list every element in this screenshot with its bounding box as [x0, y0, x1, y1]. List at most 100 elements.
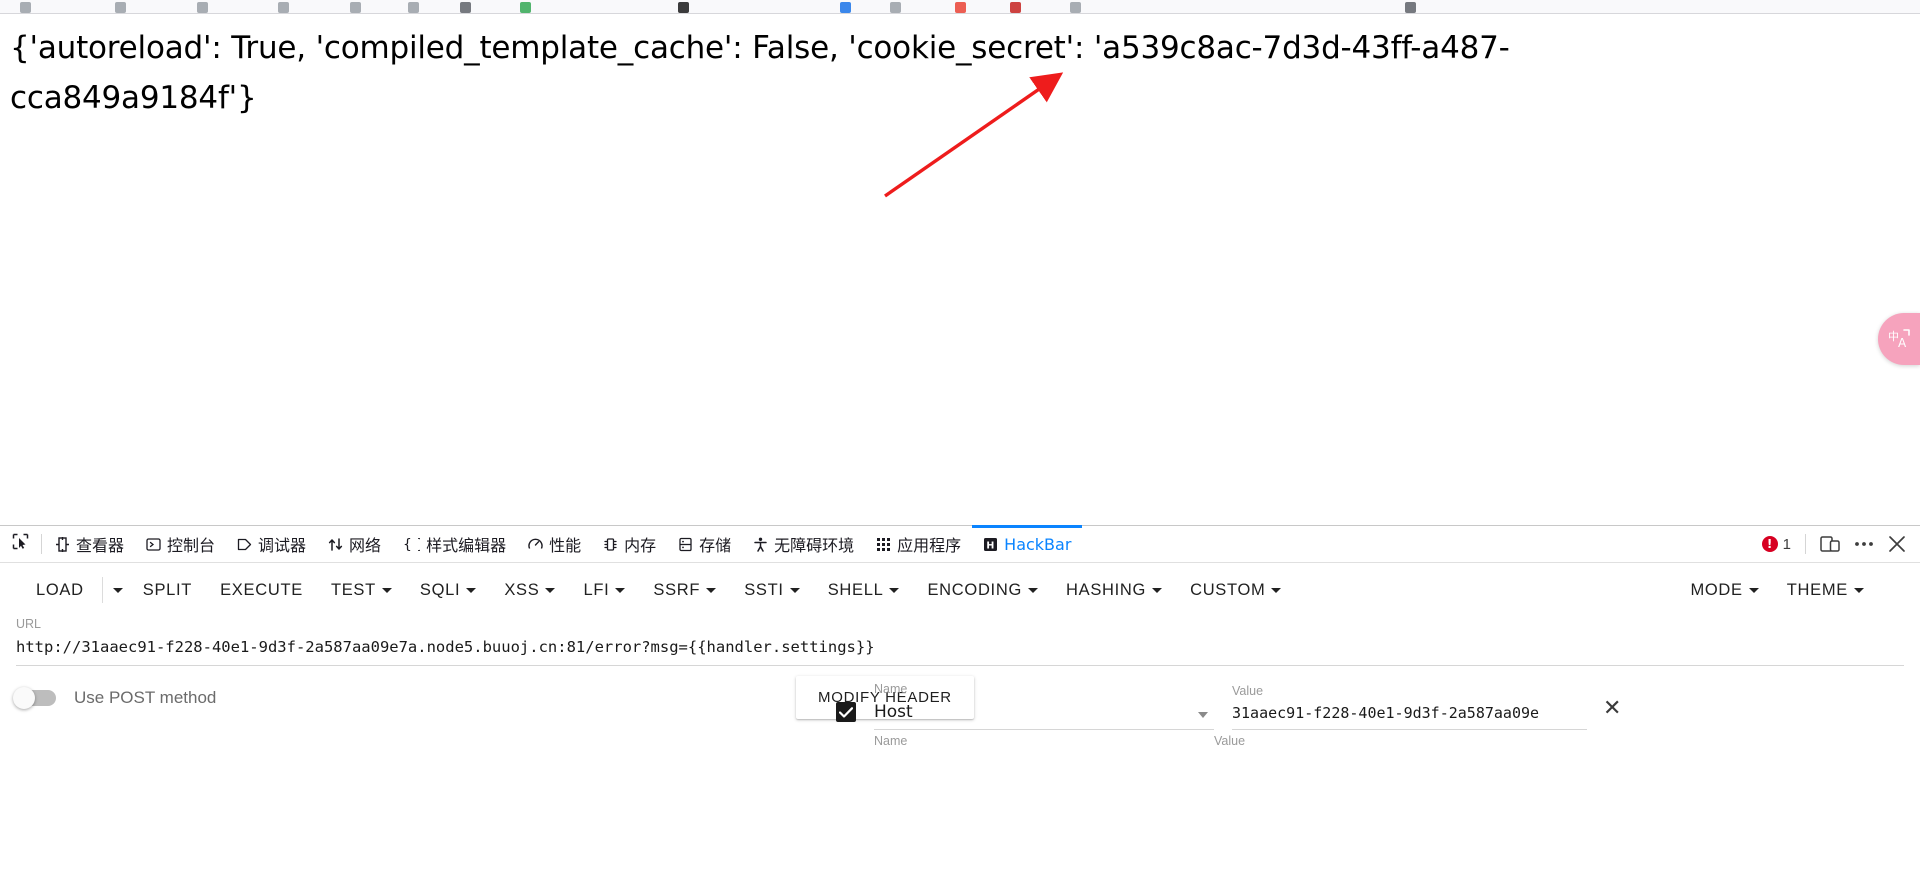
chevron-down-icon[interactable]: [1198, 712, 1208, 718]
hackbar-execute-button[interactable]: EXECUTE: [206, 573, 317, 608]
page-body-text: {'autoreload': True, 'compiled_template_…: [10, 30, 1510, 116]
header-name-label: Name: [874, 682, 908, 696]
chevron-down-icon: [789, 587, 800, 593]
toolbar-divider-2: [1805, 534, 1806, 554]
hackbar-hashing-button[interactable]: HASHING: [1052, 573, 1176, 608]
hackbar-toolbar-left: LOAD SPLIT EXECUTE TEST SQLI XSS LFI SSRF SSTI SH…: [22, 573, 1295, 608]
tab-inspector[interactable]: 查看器: [44, 526, 135, 562]
header-value-input[interactable]: [1232, 704, 1587, 730]
header-enabled-checkbox[interactable]: [836, 702, 856, 722]
hackbar-mode-button[interactable]: MODE: [1676, 573, 1772, 608]
tab-label: 调试器: [258, 536, 307, 555]
hackbar-test-label: TEST: [330, 580, 376, 599]
bookmark-favicon[interactable]: [278, 2, 289, 13]
tab-label: 控制台: [167, 536, 216, 555]
hackbar-theme-button[interactable]: THEME: [1773, 573, 1878, 608]
toolbar-divider: [101, 577, 103, 603]
bookmark-favicon[interactable]: [955, 2, 966, 13]
bookmark-favicon[interactable]: [678, 2, 689, 13]
bookmark-favicon[interactable]: [1010, 2, 1021, 13]
hackbar-shell-button[interactable]: SHELL: [814, 573, 914, 608]
header-value-field: Value: [1232, 684, 1587, 730]
chevron-down-icon: [1748, 587, 1759, 593]
tab-network[interactable]: 网络: [317, 526, 392, 562]
bookmark-favicon[interactable]: [20, 2, 31, 13]
hackbar-xss-button[interactable]: XSS: [490, 573, 569, 608]
page-content-area: {'autoreload': True, 'compiled_template_…: [0, 15, 1920, 525]
hackbar-split-label: SPLIT: [142, 580, 193, 599]
devtools-tabbar: 查看器 控制台 调试器 网络 { } 样式编辑器 性能 内存 存储 无障碍环境 应用程序 H HackB…: [0, 525, 1920, 563]
bookmarks-bar-sliver: [0, 0, 1920, 14]
hackbar-execute-label: EXECUTE: [220, 580, 303, 599]
bookmark-favicon[interactable]: [197, 2, 208, 13]
hackbar-load-label: LOAD: [36, 580, 84, 599]
hackbar-ssti-label: SSTI: [744, 580, 784, 599]
tab-debugger[interactable]: 调试器: [226, 526, 317, 562]
remove-header-icon[interactable]: ✕: [1603, 698, 1621, 720]
url-label: URL: [16, 617, 42, 631]
hackbar-ssrf-button[interactable]: SSRF: [639, 573, 730, 608]
hackbar-split-button[interactable]: SPLIT: [129, 573, 206, 608]
performance-icon: [528, 537, 543, 552]
tab-storage[interactable]: 存储: [667, 526, 742, 562]
chevron-down-icon: [1854, 587, 1864, 593]
header-name-input[interactable]: [874, 702, 1214, 730]
bookmark-favicon[interactable]: [115, 2, 126, 13]
tab-style-editor[interactable]: { } 样式编辑器: [392, 526, 517, 562]
memory-icon: [603, 537, 618, 552]
hackbar-toolbar: LOAD SPLIT EXECUTE TEST SQLI XSS LFI SSRF SSTI SH…: [0, 563, 1920, 617]
bookmark-favicon[interactable]: [1070, 2, 1081, 13]
bookmark-favicon[interactable]: [1405, 2, 1416, 13]
bookmark-favicon[interactable]: [520, 2, 531, 13]
hackbar-encoding-button[interactable]: ENCODING: [913, 573, 1052, 608]
hackbar-ssti-button[interactable]: SSTI: [730, 573, 813, 608]
hackbar-load-dropdown[interactable]: [107, 580, 129, 601]
bookmark-favicon[interactable]: [350, 2, 361, 13]
url-input[interactable]: [16, 638, 1904, 666]
tab-hackbar[interactable]: H HackBar: [972, 525, 1083, 562]
bookmark-favicon[interactable]: [840, 2, 851, 13]
hackbar-sqli-button[interactable]: SQLI: [406, 573, 490, 608]
url-section: URL: [0, 617, 1920, 666]
svg-text:A: A: [1898, 336, 1907, 350]
element-picker-button[interactable]: [0, 526, 39, 562]
chevron-down-icon: [545, 587, 556, 593]
chevron-down-icon: [381, 587, 392, 593]
error-count-label: 1: [1782, 535, 1791, 553]
tab-application[interactable]: 应用程序: [865, 526, 972, 562]
error-count-badge[interactable]: ! 1: [1761, 535, 1791, 553]
tab-label: 无障碍环境: [774, 536, 855, 555]
responsive-design-icon[interactable]: [1820, 535, 1840, 553]
debugger-icon: [237, 537, 252, 552]
close-icon[interactable]: [1888, 535, 1906, 553]
bookmark-favicon[interactable]: [460, 2, 471, 13]
hackbar-load-button[interactable]: LOAD: [22, 573, 98, 608]
check-icon: [839, 706, 853, 718]
hackbar-lfi-button[interactable]: LFI: [569, 573, 639, 608]
hackbar-test-button[interactable]: TEST: [317, 573, 406, 608]
chevron-down-icon: [706, 587, 717, 593]
tab-console[interactable]: 控制台: [135, 526, 226, 562]
ellipsis-icon[interactable]: [1854, 541, 1874, 547]
inspector-icon: [55, 536, 70, 552]
accessibility-icon: [753, 537, 768, 552]
header-name-field: Name: [874, 682, 1214, 730]
network-icon: [328, 537, 343, 552]
bookmark-favicon[interactable]: [408, 2, 419, 13]
hackbar-toolbar-right: MODE THEME: [1676, 573, 1898, 608]
hackbar-shell-label: SHELL: [827, 580, 884, 599]
tab-performance[interactable]: 性能: [517, 526, 592, 562]
toolbar-divider: [41, 534, 42, 554]
headers-editor: Name Value ✕ Name Value: [836, 682, 1920, 748]
bookmark-favicon[interactable]: [890, 2, 901, 13]
header-row-empty: Name Value: [874, 734, 1920, 748]
toggle-knob: [13, 687, 35, 709]
use-post-method-toggle[interactable]: [13, 687, 56, 709]
hackbar-custom-button[interactable]: CUSTOM: [1176, 573, 1295, 608]
tab-label: 样式编辑器: [426, 536, 507, 555]
devtools-panel: 查看器 控制台 调试器 网络 { } 样式编辑器 性能 内存 存储 无障碍环境 应用程序 H HackB…: [0, 525, 1920, 896]
header-value-label-2: Value: [1214, 734, 1246, 748]
tab-memory[interactable]: 内存: [592, 526, 667, 562]
devtools-toolbar-right: ! 1: [1761, 526, 1920, 562]
tab-accessibility[interactable]: 无障碍环境: [742, 526, 865, 562]
